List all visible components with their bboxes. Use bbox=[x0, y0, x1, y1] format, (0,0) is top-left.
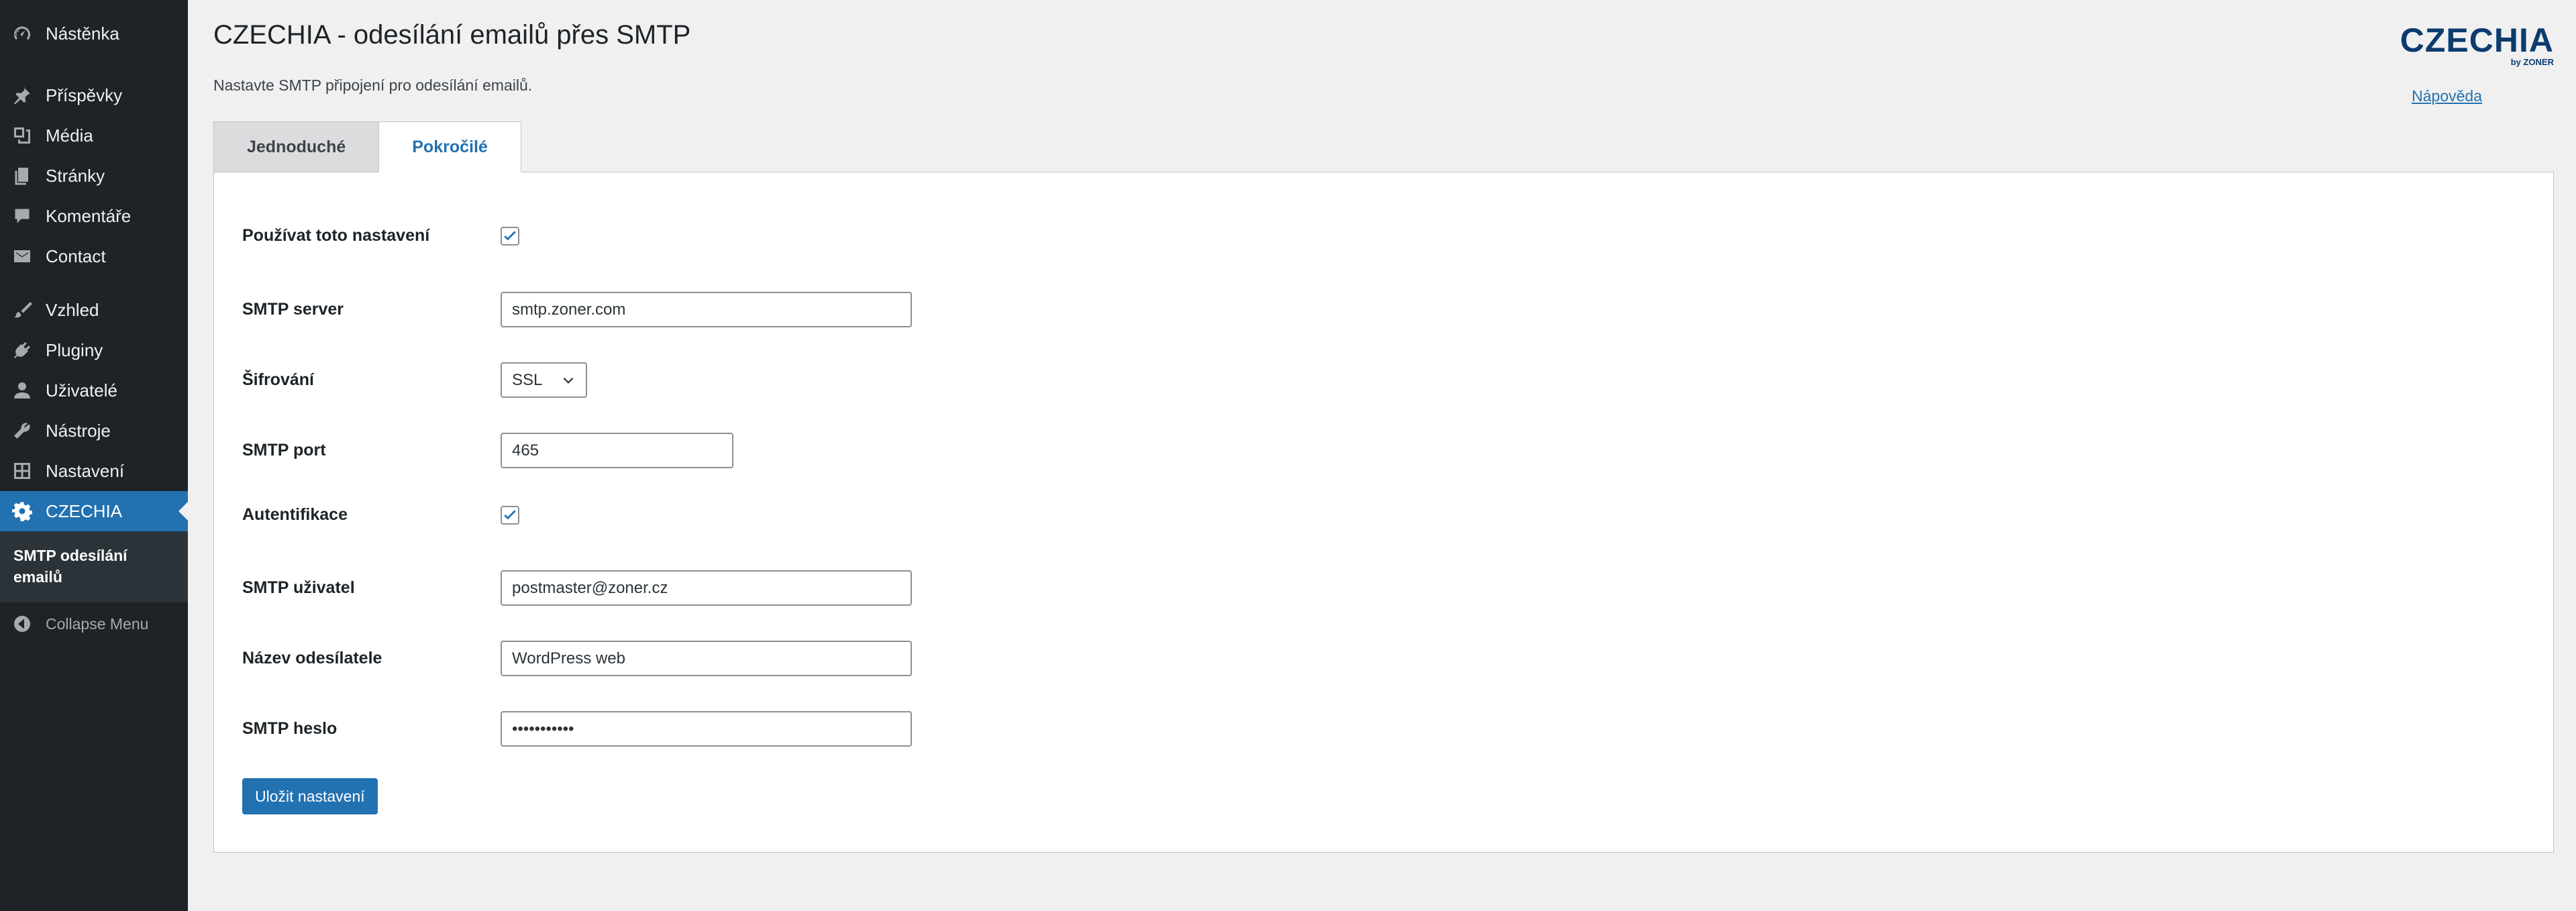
main-content: CZECHIA - odesílání emailů přes SMTP Nas… bbox=[188, 0, 2576, 911]
encryption-value: SSL bbox=[512, 370, 543, 389]
czechia-logo: CZECHIA by ZONER bbox=[2400, 23, 2554, 67]
admin-sidebar: Nástěnka Příspěvky Média Stránky Komentá… bbox=[0, 0, 188, 911]
authentication-checkbox[interactable] bbox=[501, 505, 519, 525]
sidebar-item-label: Komentáře bbox=[46, 205, 132, 226]
row-smtp-server: SMTP server bbox=[242, 292, 912, 327]
row-sender-name: Název odesílatele bbox=[242, 641, 912, 676]
encryption-label: Šifrování bbox=[242, 370, 314, 389]
help-link[interactable]: Nápověda bbox=[2412, 87, 2482, 105]
email-icon bbox=[12, 246, 32, 266]
smtp-port-label: SMTP port bbox=[242, 441, 326, 460]
row-encryption: Šifrování SSL bbox=[242, 362, 587, 398]
save-settings-button[interactable]: Uložit nastavení bbox=[242, 778, 378, 814]
sidebar-item-label: Uživatelé bbox=[46, 380, 117, 400]
sidebar-item-settings[interactable]: Nastavení bbox=[0, 451, 188, 491]
row-use-settings: Používat toto nastavení bbox=[242, 226, 519, 246]
gear-icon bbox=[12, 501, 32, 521]
settings-tabs: Jednoduché Pokročilé bbox=[213, 121, 521, 172]
collapse-arrow-icon bbox=[12, 614, 32, 634]
collapse-menu-label: Collapse Menu bbox=[46, 614, 149, 633]
sidebar-item-users[interactable]: Uživatelé bbox=[0, 370, 188, 411]
settings-panel: Používat toto nastavení SMTP server Šifr… bbox=[213, 172, 2554, 853]
sidebar-item-label: Nástroje bbox=[46, 420, 111, 441]
brush-icon bbox=[12, 300, 32, 320]
brand-name: CZECHIA bbox=[2400, 21, 2554, 59]
smtp-server-input[interactable] bbox=[501, 292, 912, 327]
page-description: Nastavte SMTP připojení pro odesílání em… bbox=[213, 76, 533, 94]
smtp-server-label: SMTP server bbox=[242, 300, 344, 319]
smtp-port-input[interactable] bbox=[501, 433, 733, 468]
sidebar-item-contact[interactable]: Contact bbox=[0, 236, 188, 276]
tab-advanced[interactable]: Pokročilé bbox=[378, 121, 521, 172]
sidebar-item-plugins[interactable]: Pluginy bbox=[0, 330, 188, 370]
use-settings-label: Používat toto nastavení bbox=[242, 226, 430, 245]
settings-grid-icon bbox=[12, 461, 32, 481]
sidebar-item-appearance[interactable]: Vzhled bbox=[0, 290, 188, 330]
admin-menu: Nástěnka Příspěvky Média Stránky Komentá… bbox=[0, 0, 188, 531]
wrench-icon bbox=[12, 421, 32, 441]
chevron-down-icon bbox=[563, 377, 574, 384]
sidebar-item-media[interactable]: Média bbox=[0, 115, 188, 156]
pages-icon bbox=[12, 166, 32, 186]
collapse-menu-button[interactable]: Collapse Menu bbox=[0, 604, 188, 644]
user-icon bbox=[12, 380, 32, 400]
sidebar-item-czechia[interactable]: CZECHIA bbox=[0, 491, 188, 531]
smtp-password-input[interactable] bbox=[501, 711, 912, 747]
checkmark-icon bbox=[504, 509, 516, 519]
dashboard-icon bbox=[12, 23, 32, 44]
sidebar-item-comments[interactable]: Komentáře bbox=[0, 196, 188, 236]
submenu-item-smtp[interactable]: SMTP odesílání emailů bbox=[13, 545, 174, 588]
smtp-password-label: SMTP heslo bbox=[242, 719, 338, 738]
media-icon bbox=[12, 125, 32, 146]
pin-icon bbox=[12, 85, 32, 105]
row-authentication: Autentifikace bbox=[242, 505, 519, 525]
smtp-user-input[interactable] bbox=[501, 570, 912, 606]
sender-name-label: Název odesílatele bbox=[242, 649, 382, 667]
sidebar-item-posts[interactable]: Příspěvky bbox=[0, 75, 188, 115]
sidebar-item-label: Nastavení bbox=[46, 460, 125, 481]
plugin-icon bbox=[12, 340, 32, 360]
row-smtp-password: SMTP heslo bbox=[242, 711, 912, 747]
sidebar-item-label: Média bbox=[46, 125, 93, 146]
page-title: CZECHIA - odesílání emailů přes SMTP bbox=[213, 20, 691, 50]
checkmark-icon bbox=[504, 230, 516, 240]
sender-name-input[interactable] bbox=[501, 641, 912, 676]
sidebar-item-label: Contact bbox=[46, 246, 106, 266]
use-settings-checkbox[interactable] bbox=[501, 226, 519, 246]
row-smtp-port: SMTP port bbox=[242, 433, 733, 468]
encryption-select[interactable]: SSL bbox=[501, 362, 587, 398]
brand-sub: by ZONER bbox=[2510, 57, 2554, 67]
tab-simple[interactable]: Jednoduché bbox=[213, 121, 380, 172]
sidebar-item-label: Nástěnka bbox=[46, 23, 119, 44]
comment-icon bbox=[12, 206, 32, 226]
sidebar-item-label: Pluginy bbox=[46, 339, 103, 360]
sidebar-item-dashboard[interactable]: Nástěnka bbox=[0, 13, 188, 54]
authentication-label: Autentifikace bbox=[242, 505, 348, 524]
smtp-user-label: SMTP uživatel bbox=[242, 578, 355, 597]
sidebar-item-tools[interactable]: Nástroje bbox=[0, 411, 188, 451]
sidebar-item-label: Vzhled bbox=[46, 299, 99, 320]
sidebar-item-label: CZECHIA bbox=[46, 500, 123, 521]
czechia-submenu: SMTP odesílání emailů bbox=[0, 531, 188, 602]
sidebar-item-label: Stránky bbox=[46, 165, 105, 186]
sidebar-item-pages[interactable]: Stránky bbox=[0, 156, 188, 196]
sidebar-item-label: Příspěvky bbox=[46, 85, 123, 105]
row-smtp-user: SMTP uživatel bbox=[242, 570, 912, 606]
